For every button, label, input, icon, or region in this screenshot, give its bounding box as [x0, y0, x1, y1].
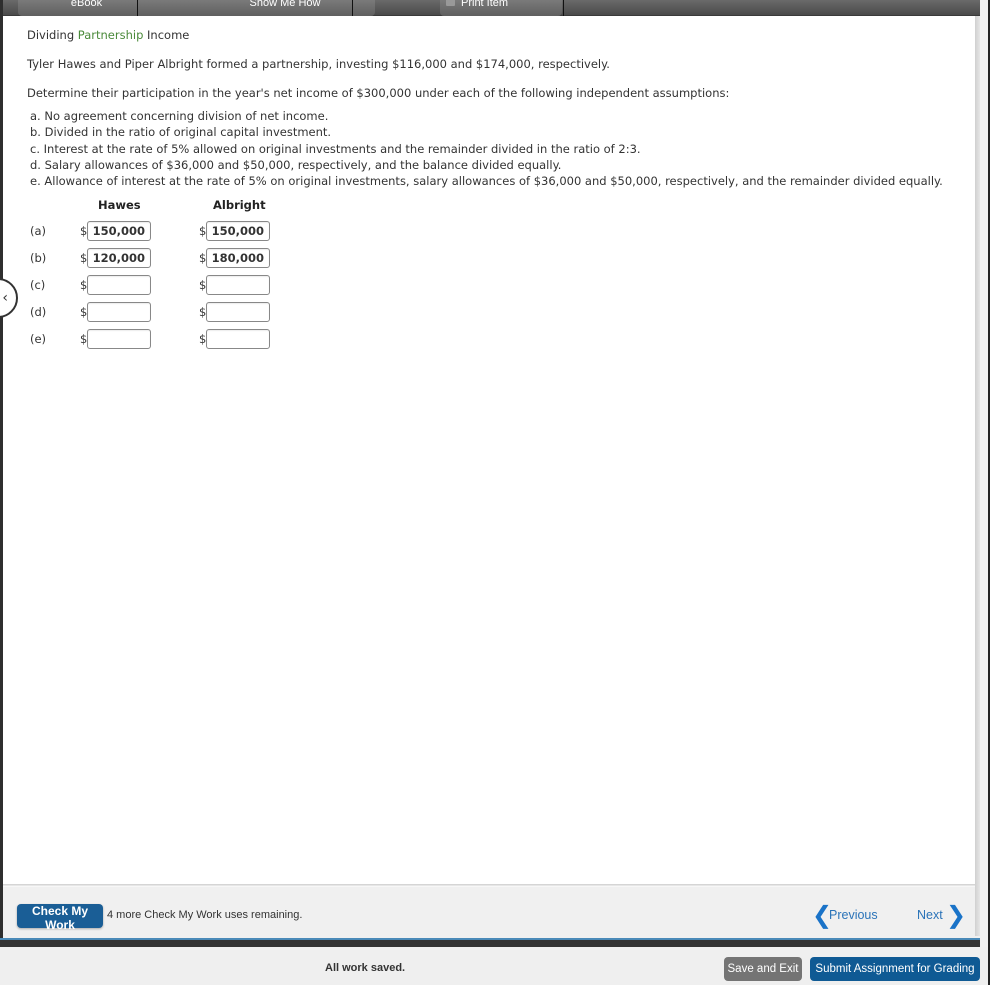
save-and-exit-button[interactable]: Save and Exit [724, 957, 802, 981]
tab-show-me-how[interactable]: Show Me How [195, 0, 375, 16]
assumption-a: a. No agreement concerning division of n… [30, 109, 329, 123]
albright-input-a[interactable] [206, 221, 270, 241]
problem-instruction: Determine their participation in the yea… [27, 86, 730, 100]
column-header-albright: Albright [213, 198, 266, 212]
row-label-c: (c) [30, 278, 46, 292]
hawes-input-e[interactable] [87, 329, 151, 349]
check-my-work-button[interactable]: Check My Work [17, 904, 103, 932]
assumption-b: b. Divided in the ratio of original capi… [30, 125, 332, 139]
print-icon [446, 0, 455, 7]
tab-print-item[interactable]: Print Item [440, 0, 562, 16]
submit-assignment-button[interactable]: Submit Assignment for Grading [810, 957, 980, 981]
assumption-c: c. Interest at the rate of 5% allowed on… [30, 142, 641, 156]
footer-divider-band [0, 938, 980, 947]
hawes-input-d[interactable] [87, 302, 151, 322]
assumption-d: d. Salary allowances of $36,000 and $50,… [30, 158, 562, 172]
tab-divider [352, 0, 353, 16]
chevron-left-icon: ‹ [2, 290, 8, 306]
row-label-d: (d) [30, 305, 47, 319]
check-uses-remaining: 4 more Check My Work uses remaining. [107, 909, 303, 921]
row-label-e: (e) [30, 332, 47, 346]
chevron-right-icon[interactable]: ❯ [946, 903, 966, 927]
albright-input-b[interactable] [206, 248, 270, 268]
albright-input-d[interactable] [206, 302, 270, 322]
panel-divider [3, 884, 975, 887]
scrollbar-shade [975, 16, 980, 936]
top-tab-bar: eBook Show Me How Print Item [0, 0, 980, 16]
previous-link[interactable]: Previous [829, 908, 878, 922]
column-header-hawes: Hawes [98, 198, 141, 212]
tab-spacer [378, 0, 432, 16]
hawes-input-a[interactable] [87, 221, 151, 241]
problem-title: Dividing Partnership Income [27, 28, 190, 42]
tab-ebook[interactable]: eBook [18, 0, 215, 16]
save-status: All work saved. [325, 962, 406, 974]
next-link[interactable]: Next [917, 908, 943, 922]
hawes-input-b[interactable] [87, 248, 151, 268]
problem-intro: Tyler Hawes and Piper Albright formed a … [27, 57, 610, 71]
glossary-link-partnership[interactable]: Partnership [78, 28, 144, 42]
question-panel: Dividing Partnership Income Tyler Hawes … [3, 16, 975, 886]
albright-input-e[interactable] [206, 329, 270, 349]
tab-divider [137, 0, 138, 16]
tab-divider [563, 0, 564, 16]
row-label-a: (a) [30, 224, 47, 238]
hawes-input-c[interactable] [87, 275, 151, 295]
row-label-b: (b) [30, 251, 47, 265]
albright-input-c[interactable] [206, 275, 270, 295]
assumption-e: e. Allowance of interest at the rate of … [30, 174, 943, 188]
